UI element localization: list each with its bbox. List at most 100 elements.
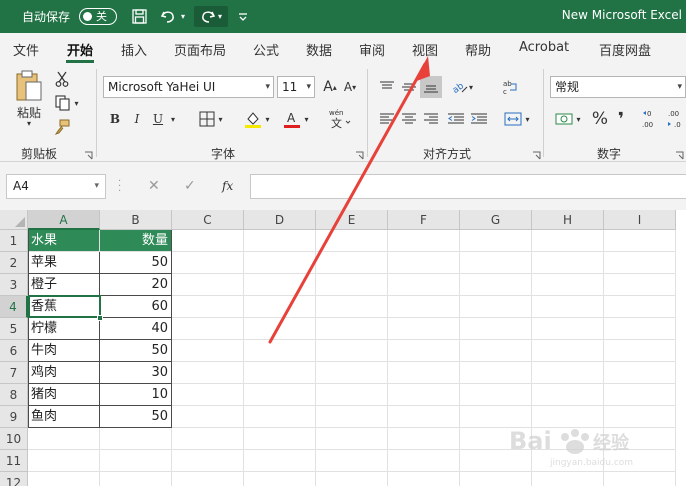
undo-icon[interactable]	[157, 6, 179, 27]
cell-g11[interactable]	[460, 450, 532, 472]
cut-icon[interactable]	[52, 69, 72, 89]
cell-g2[interactable]	[460, 252, 532, 274]
cell-h7[interactable]	[532, 362, 604, 384]
cell-h2[interactable]	[532, 252, 604, 274]
cell-a3[interactable]: 橙子	[28, 274, 100, 296]
cell-d11[interactable]	[244, 450, 316, 472]
enter-formula-icon[interactable]: ✓	[184, 178, 196, 194]
cell-i5[interactable]	[604, 318, 676, 340]
cell-b3[interactable]: 20	[100, 274, 172, 296]
cell-e5[interactable]	[316, 318, 388, 340]
cell-a2[interactable]: 苹果	[28, 252, 100, 274]
cell-b7[interactable]: 30	[100, 362, 172, 384]
cell-a8[interactable]: 猪肉	[28, 384, 100, 406]
row-header-11[interactable]: 11	[0, 450, 28, 472]
cell-h10[interactable]	[532, 428, 604, 450]
cell-f6[interactable]	[388, 340, 460, 362]
cell-g3[interactable]	[460, 274, 532, 296]
cell-h9[interactable]	[532, 406, 604, 428]
cell-f7[interactable]	[388, 362, 460, 384]
cell-e3[interactable]	[316, 274, 388, 296]
cell-b11[interactable]	[100, 450, 172, 472]
cell-e2[interactable]	[316, 252, 388, 274]
cell-c1[interactable]	[172, 230, 244, 252]
cell-g4[interactable]	[460, 296, 532, 318]
cell-e11[interactable]	[316, 450, 388, 472]
tab-home[interactable]: 开始	[67, 40, 93, 59]
column-header-e[interactable]: E	[316, 210, 388, 230]
cell-a4[interactable]: 香蕉	[28, 296, 100, 318]
cell-b10[interactable]	[100, 428, 172, 450]
column-header-f[interactable]: F	[388, 210, 460, 230]
cell-c2[interactable]	[172, 252, 244, 274]
underline-button[interactable]: U	[150, 108, 166, 130]
fill-color-icon[interactable]: ▾	[240, 108, 274, 130]
tab-acrobat[interactable]: Acrobat	[519, 40, 569, 55]
row-header-1[interactable]: 1	[0, 230, 28, 252]
cell-a6[interactable]: 牛肉	[28, 340, 100, 362]
cell-h6[interactable]	[532, 340, 604, 362]
cell-h12[interactable]	[532, 472, 604, 486]
font-launcher-icon[interactable]	[355, 149, 364, 160]
cell-f4[interactable]	[388, 296, 460, 318]
align-left-icon[interactable]	[378, 108, 396, 130]
tab-review[interactable]: 审阅	[359, 40, 385, 59]
cell-b4[interactable]: 60	[100, 296, 172, 318]
cell-e8[interactable]	[316, 384, 388, 406]
cell-c3[interactable]	[172, 274, 244, 296]
row-header-5[interactable]: 5	[0, 318, 28, 340]
cell-i7[interactable]	[604, 362, 676, 384]
cell-e6[interactable]	[316, 340, 388, 362]
align-bottom-icon[interactable]	[420, 76, 442, 98]
cell-a1[interactable]: 水果	[28, 230, 100, 252]
underline-dropdown-icon[interactable]: ▾	[168, 108, 178, 130]
row-header-4[interactable]: 4	[0, 296, 28, 318]
column-header-b[interactable]: B	[100, 210, 172, 230]
cell-i3[interactable]	[604, 274, 676, 296]
cell-g8[interactable]	[460, 384, 532, 406]
cell-i2[interactable]	[604, 252, 676, 274]
font-name-select[interactable]: Microsoft YaHei UI ▾	[103, 76, 274, 98]
tab-help[interactable]: 帮助	[465, 40, 491, 59]
cell-d9[interactable]	[244, 406, 316, 428]
column-header-g[interactable]: G	[460, 210, 532, 230]
tab-view[interactable]: 视图	[412, 40, 438, 59]
italic-button[interactable]: I	[129, 108, 145, 130]
cell-a5[interactable]: 柠檬	[28, 318, 100, 340]
cell-a10[interactable]	[28, 428, 100, 450]
bold-button[interactable]: B	[107, 108, 123, 130]
cell-i10[interactable]	[604, 428, 676, 450]
cell-a11[interactable]	[28, 450, 100, 472]
cell-d4[interactable]	[244, 296, 316, 318]
cell-h1[interactable]	[532, 230, 604, 252]
cell-f3[interactable]	[388, 274, 460, 296]
cell-i4[interactable]	[604, 296, 676, 318]
cell-c8[interactable]	[172, 384, 244, 406]
cell-i6[interactable]	[604, 340, 676, 362]
cell-f10[interactable]	[388, 428, 460, 450]
cell-b1[interactable]: 数量	[100, 230, 172, 252]
undo-dropdown-icon[interactable]: ▾	[178, 6, 188, 27]
cell-b2[interactable]: 50	[100, 252, 172, 274]
font-size-select[interactable]: 11 ▾	[277, 76, 315, 98]
paste-icon[interactable]	[12, 69, 46, 103]
cell-g12[interactable]	[460, 472, 532, 486]
row-header-9[interactable]: 9	[0, 406, 28, 428]
cell-b9[interactable]: 50	[100, 406, 172, 428]
row-header-12[interactable]: 12	[0, 472, 28, 486]
cell-f2[interactable]	[388, 252, 460, 274]
cell-h11[interactable]	[532, 450, 604, 472]
percent-icon[interactable]: %	[590, 108, 610, 130]
format-painter-icon[interactable]	[52, 117, 72, 137]
cell-i12[interactable]	[604, 472, 676, 486]
cell-g5[interactable]	[460, 318, 532, 340]
row-header-6[interactable]: 6	[0, 340, 28, 362]
align-top-icon[interactable]	[378, 76, 396, 98]
decrease-indent-icon[interactable]	[446, 108, 466, 130]
cell-b8[interactable]: 10	[100, 384, 172, 406]
cell-d1[interactable]	[244, 230, 316, 252]
column-header-i[interactable]: I	[604, 210, 676, 230]
cell-c10[interactable]	[172, 428, 244, 450]
comma-style-icon[interactable]: ❜	[614, 108, 628, 130]
cell-c11[interactable]	[172, 450, 244, 472]
